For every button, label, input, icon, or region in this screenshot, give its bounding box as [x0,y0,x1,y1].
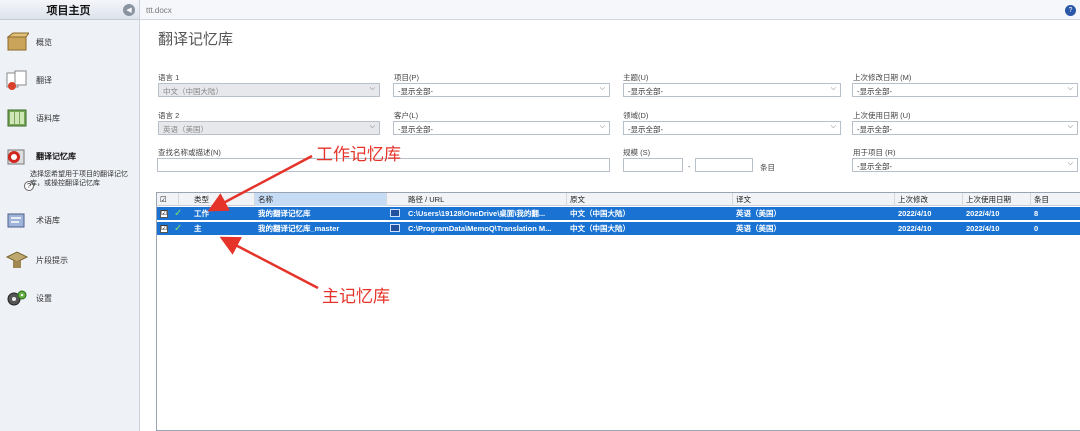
annotation-working-tm: 工作记忆库 [316,145,401,165]
arrow-to-working-tm [207,154,313,212]
annotation-arrows [207,154,319,290]
arrow-to-master-tm [219,236,319,290]
annotation-master-tm: 主记忆库 [322,287,390,307]
